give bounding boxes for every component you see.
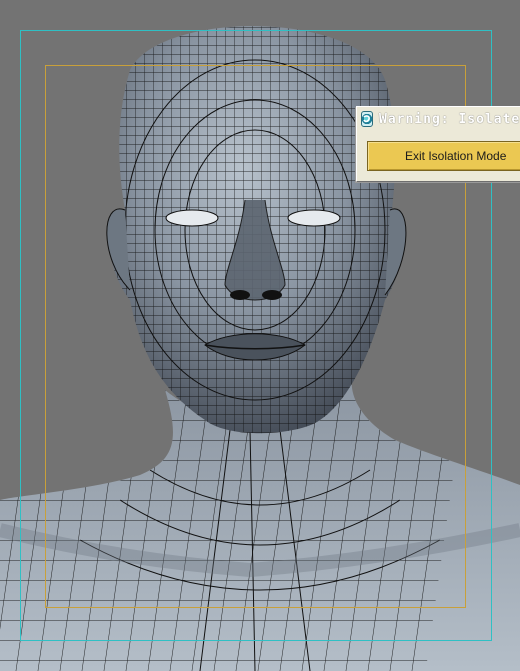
3dsmax-app-icon: [361, 111, 373, 127]
exit-isolation-mode-button[interactable]: Exit Isolation Mode: [367, 141, 520, 171]
head-mesh-shape: [106, 26, 407, 434]
dialog-titlebar[interactable]: Warning: Isolate..: [357, 107, 520, 131]
viewport[interactable]: [0, 0, 520, 671]
right-eye: [287, 209, 341, 227]
isolation-warning-dialog[interactable]: Warning: Isolate.. Exit Isolation Mode: [356, 106, 520, 182]
left-eye: [165, 209, 219, 227]
head-mesh[interactable]: [0, 0, 520, 671]
dialog-title: Warning: Isolate..: [379, 111, 520, 127]
